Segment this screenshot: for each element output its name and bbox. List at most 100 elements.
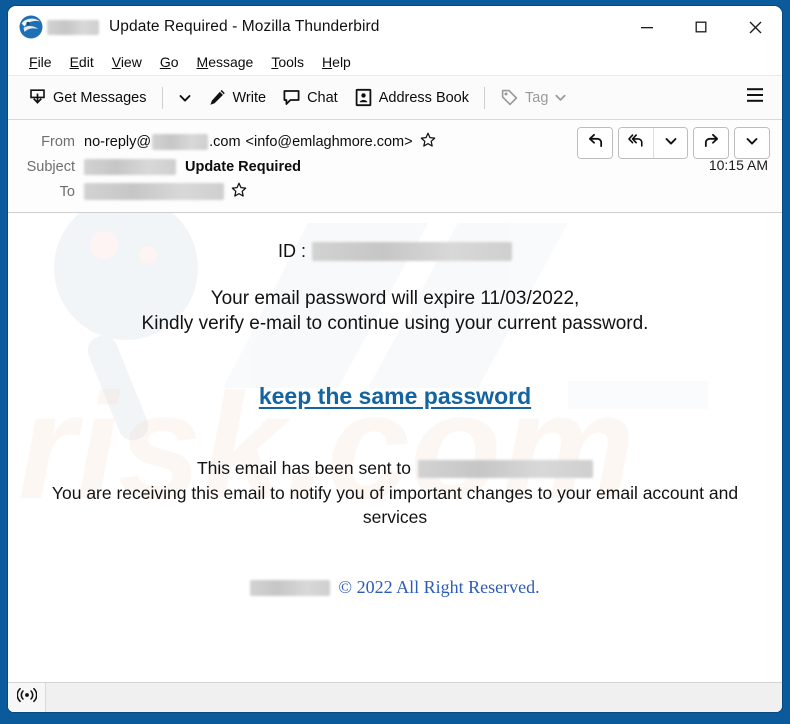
to-recipient-redacted (84, 183, 224, 200)
menu-file-label: ile (37, 53, 52, 70)
subject-prefix-redacted (84, 158, 176, 175)
write-button[interactable]: Write (200, 82, 275, 114)
sent-to-address-redacted (418, 459, 593, 478)
window-controls (620, 6, 782, 48)
chevron-down-icon (554, 91, 567, 104)
email-content: ID : Your email password will expire 11/… (8, 213, 782, 598)
message-time: 10:15 AM (708, 157, 768, 173)
chevron-down-icon (745, 134, 759, 153)
email-id-line: ID : (8, 241, 782, 262)
connection-status[interactable] (8, 683, 46, 712)
menu-view[interactable]: View (103, 52, 151, 72)
reply-all-group (618, 127, 688, 159)
broadcast-signal-icon (16, 686, 37, 709)
desktop-background: Update Required - Mozilla Thunderbird Fi… (0, 0, 790, 724)
menu-tools-label: ools (278, 53, 305, 70)
forward-arrow-icon (703, 132, 720, 154)
star-outline-icon[interactable] (231, 182, 247, 202)
tag-label: Tag (525, 89, 549, 106)
menu-go-label: o (170, 53, 179, 70)
title-redacted-brand (47, 19, 99, 35)
subject-value: Update Required (84, 158, 302, 175)
keep-same-password-link[interactable]: keep the same password (259, 383, 531, 410)
from-value[interactable]: no-reply@ .com <info@emlaghmore.com> (84, 132, 436, 152)
menu-help[interactable]: Help (313, 52, 360, 72)
message-body: risk.com ID : Your email password will e… (8, 213, 782, 682)
toolbar-separator-1 (161, 86, 163, 109)
menu-go[interactable]: Go (151, 52, 188, 72)
chat-button[interactable]: Chat (274, 82, 346, 114)
chevron-down-icon (664, 134, 678, 153)
menu-edit[interactable]: Edit (61, 52, 103, 72)
get-messages-label: Get Messages (53, 89, 147, 106)
copyright-text: © 2022 All Right Reserved. (338, 577, 540, 597)
hamburger-menu-icon (745, 86, 765, 109)
header-row-to: To (8, 179, 782, 204)
minimize-button[interactable] (620, 6, 674, 48)
menu-edit-label: dit (78, 53, 94, 70)
menu-file[interactable]: File (20, 52, 61, 72)
expiry-paragraph: Your email password will expire 11/03/20… (8, 286, 782, 336)
message-header: From no-reply@ .com <info@emlaghmore.com… (8, 120, 782, 213)
app-menu-button[interactable] (738, 82, 772, 114)
menu-message-label: essage (208, 53, 254, 70)
reply-button[interactable] (578, 128, 612, 158)
more-actions-group (734, 127, 770, 159)
status-bar (8, 682, 782, 712)
thunderbird-window: Update Required - Mozilla Thunderbird Fi… (8, 6, 782, 712)
reply-all-dropdown-button[interactable] (653, 128, 687, 158)
message-action-buttons (577, 127, 770, 159)
tag-button[interactable]: Tag (492, 82, 575, 114)
sent-to-line: This email has been sent to (8, 458, 782, 479)
menu-tools[interactable]: Tools (262, 52, 313, 72)
title-bar: Update Required - Mozilla Thunderbird (8, 6, 782, 48)
address-book-icon (354, 88, 373, 107)
menu-view-label: iew (120, 53, 142, 70)
close-button[interactable] (728, 6, 782, 48)
from-address: <info@emlaghmore.com> (245, 133, 413, 150)
speech-bubble-icon (282, 88, 301, 107)
subject-label: Subject (26, 158, 75, 175)
menu-help-label: elp (332, 53, 351, 70)
expiry-line-1: Your email password will expire 11/03/20… (210, 288, 580, 309)
reply-group (577, 127, 613, 159)
expiry-line-2: Kindly verify e-mail to continue using y… (141, 313, 649, 334)
forward-group (693, 127, 729, 159)
inbox-download-icon (28, 88, 47, 107)
thunderbird-logo-icon (18, 14, 44, 40)
more-actions-dropdown-button[interactable] (735, 128, 769, 158)
from-prefix: no-reply@ (84, 133, 152, 150)
address-book-button[interactable]: Address Book (346, 82, 477, 114)
copyright-line: © 2022 All Right Reserved. (8, 577, 782, 598)
from-domain-redacted (152, 133, 209, 150)
notice-paragraph: You are receiving this email to notify y… (51, 483, 739, 527)
toolbar-separator-2 (484, 86, 485, 109)
menu-bar: File Edit View Go Message Tools Help (8, 48, 782, 76)
maximize-button[interactable] (674, 6, 728, 48)
address-book-label: Address Book (378, 89, 469, 106)
reply-all-arrow-icon (627, 132, 645, 154)
star-outline-icon[interactable] (420, 132, 436, 152)
menu-message[interactable]: Message (188, 52, 263, 72)
get-messages-dropdown[interactable] (170, 82, 200, 114)
to-value[interactable] (84, 182, 247, 202)
get-messages-button[interactable]: Get Messages (20, 82, 155, 114)
tag-icon (500, 88, 519, 107)
reply-all-button[interactable] (619, 128, 653, 158)
email-id-label: ID : (277, 241, 306, 261)
from-label: From (41, 133, 75, 150)
chevron-down-icon (178, 91, 192, 105)
window-title: Update Required - Mozilla Thunderbird (109, 18, 380, 35)
reply-arrow-icon (587, 132, 604, 154)
email-id-value-redacted (312, 242, 512, 261)
to-label: To (59, 183, 75, 200)
write-label: Write (232, 89, 267, 106)
forward-button[interactable] (694, 128, 728, 158)
chat-label: Chat (307, 89, 338, 106)
subject-text: Update Required (185, 158, 302, 175)
sent-to-label: This email has been sent to (196, 458, 411, 478)
from-suffix: .com (209, 133, 241, 150)
main-toolbar: Get Messages Write Chat Address Book Tag (8, 76, 782, 120)
pencil-icon (208, 88, 227, 107)
copyright-brand-redacted (250, 579, 331, 596)
